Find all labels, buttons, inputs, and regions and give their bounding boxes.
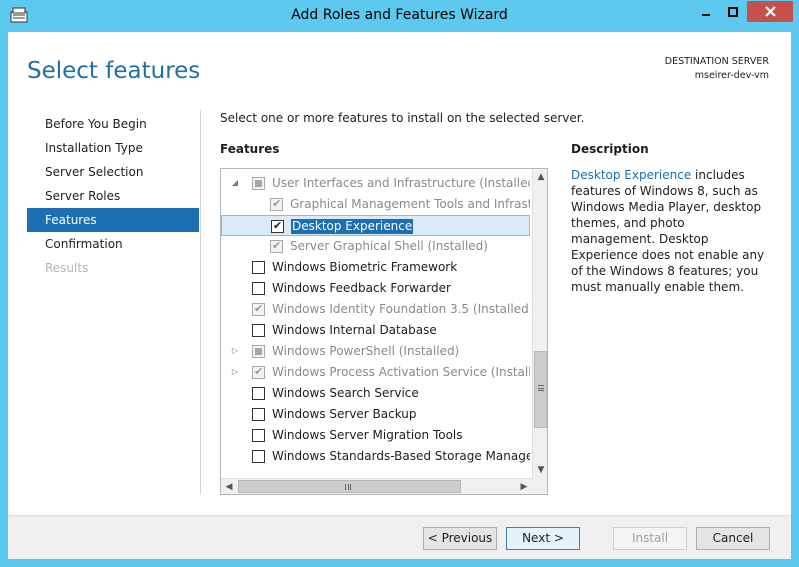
- feature-checkbox[interactable]: [252, 282, 265, 295]
- install-button[interactable]: Install: [613, 527, 687, 550]
- nav-item-server-selection[interactable]: Server Selection: [27, 160, 199, 184]
- close-button[interactable]: [747, 1, 793, 22]
- vertical-scrollbar[interactable]: ▲ ▼: [532, 169, 547, 478]
- feature-row[interactable]: ✔ Server Graphical Shell (Installed): [221, 236, 530, 257]
- feature-row[interactable]: Windows Server Backup: [221, 404, 530, 425]
- feature-checkbox[interactable]: [252, 324, 265, 337]
- nav-item-confirmation[interactable]: Confirmation: [27, 232, 199, 256]
- nav-item-features[interactable]: Features: [27, 208, 199, 232]
- destination-server-value: mseirer-dev-vm: [694, 70, 769, 81]
- horizontal-scrollbar[interactable]: ◀ ▶: [221, 478, 532, 494]
- feature-row[interactable]: ◢ User Interfaces and Infrastructure (Ins…: [221, 173, 530, 194]
- minimize-button[interactable]: [692, 1, 719, 22]
- checkmark-icon: ✔: [254, 302, 264, 315]
- feature-checkbox[interactable]: [252, 408, 265, 421]
- feature-label: Server Graphical Shell (Installed): [290, 239, 488, 253]
- next-button[interactable]: Next >: [506, 527, 580, 550]
- feature-label: Windows PowerShell (Installed): [272, 344, 460, 358]
- feature-row[interactable]: ✔ Windows Identity Foundation 3.5 (Instal…: [221, 299, 530, 320]
- scrollbar-corner: [532, 478, 547, 494]
- description-body: includes features of Windows 8, such as …: [571, 168, 765, 294]
- checkmark-icon: ✔: [272, 197, 282, 210]
- destination-server-label: DESTINATION SERVER: [664, 56, 769, 67]
- feature-row[interactable]: Windows Biometric Framework: [221, 257, 530, 278]
- title-bar: Add Roles and Features Wizard: [0, 0, 799, 32]
- feature-checkbox[interactable]: [252, 429, 265, 442]
- cancel-button[interactable]: Cancel: [696, 527, 770, 550]
- indeterminate-icon: [255, 180, 262, 187]
- features-heading: Features: [220, 142, 280, 156]
- expand-arrow-icon[interactable]: ▷: [230, 346, 240, 356]
- nav-item-server-roles[interactable]: Server Roles: [27, 184, 199, 208]
- feature-row[interactable]: Windows Standards-Based Storage Manageme…: [221, 446, 530, 467]
- feature-label: Desktop Experience: [291, 219, 414, 234]
- feature-row[interactable]: ✔ Desktop Experience: [221, 215, 530, 236]
- horizontal-scroll-thumb[interactable]: [238, 480, 461, 493]
- window-title: Add Roles and Features Wizard: [291, 7, 508, 23]
- feature-checkbox[interactable]: [252, 177, 265, 190]
- checkmark-icon: ✔: [272, 239, 282, 252]
- feature-label: Windows Feedback Forwarder: [272, 281, 451, 295]
- feature-label: Graphical Management Tools and Infrastru…: [290, 197, 530, 211]
- feature-row[interactable]: ✔ Graphical Management Tools and Infrastr…: [221, 194, 530, 215]
- nav-divider: [200, 110, 201, 494]
- instruction-text: Select one or more features to install o…: [220, 111, 585, 125]
- feature-checkbox[interactable]: [252, 345, 265, 358]
- feature-row[interactable]: Windows Search Service: [221, 383, 530, 404]
- feature-row[interactable]: Windows Server Migration Tools: [221, 425, 530, 446]
- scroll-down-icon[interactable]: ▼: [533, 462, 547, 478]
- feature-label: Windows Search Service: [272, 386, 419, 400]
- feature-row[interactable]: ▷ ✔ Windows Process Activation Service (In…: [221, 362, 530, 383]
- feature-label: Windows Identity Foundation 3.5 (Install…: [272, 302, 530, 316]
- wizard-nav: Before You Begin Installation Type Server …: [27, 112, 199, 280]
- feature-checkbox[interactable]: [252, 450, 265, 463]
- minimize-icon: [701, 13, 710, 16]
- feature-label: Windows Server Migration Tools: [272, 428, 463, 442]
- indeterminate-icon: [255, 348, 262, 355]
- features-list: ◢ User Interfaces and Infrastructure (Ins…: [221, 169, 530, 478]
- button-bar: < Previous Next > Install Cancel: [8, 515, 791, 559]
- feature-checkbox[interactable]: [252, 261, 265, 274]
- feature-checkbox[interactable]: ✔: [270, 197, 283, 211]
- wizard-client-area: Select features DESTINATION SERVER mseir…: [8, 32, 791, 559]
- grip-icon: [538, 385, 544, 391]
- previous-button[interactable]: < Previous: [423, 527, 497, 550]
- page-title: Select features: [27, 58, 201, 84]
- scroll-left-icon[interactable]: ◀: [221, 479, 237, 494]
- nav-item-installation-type[interactable]: Installation Type: [27, 136, 199, 160]
- feature-checkbox[interactable]: ✔: [252, 302, 265, 316]
- expand-arrow-icon[interactable]: ▷: [230, 367, 240, 377]
- feature-row[interactable]: Windows Feedback Forwarder: [221, 278, 530, 299]
- feature-checkbox[interactable]: [252, 387, 265, 400]
- nav-item-before-you-begin[interactable]: Before You Begin: [27, 112, 199, 136]
- feature-checkbox[interactable]: ✔: [271, 219, 284, 233]
- checkmark-icon: ✔: [254, 365, 264, 378]
- description-heading: Description: [571, 142, 649, 156]
- feature-checkbox[interactable]: ✔: [270, 239, 283, 253]
- description-text: Desktop Experience includes features of …: [571, 167, 771, 295]
- feature-checkbox[interactable]: ✔: [252, 365, 265, 379]
- nav-item-results: Results: [45, 261, 89, 275]
- feature-label: Windows Internal Database: [272, 323, 437, 337]
- scroll-up-icon[interactable]: ▲: [533, 169, 547, 185]
- feature-label: Windows Standards-Based Storage Manageme…: [272, 449, 530, 463]
- vertical-scroll-thumb[interactable]: [534, 351, 547, 428]
- maximize-icon: [728, 6, 738, 17]
- feature-row[interactable]: Windows Internal Database: [221, 320, 530, 341]
- features-tree[interactable]: ◢ User Interfaces and Infrastructure (Ins…: [220, 168, 548, 495]
- maximize-button[interactable]: [720, 1, 746, 22]
- scroll-right-icon[interactable]: ▶: [516, 479, 532, 494]
- grip-icon: [345, 484, 351, 490]
- close-icon: [764, 6, 776, 17]
- checkmark-icon: ✔: [273, 219, 283, 232]
- feature-label: Windows Server Backup: [272, 407, 417, 421]
- feature-row[interactable]: ▷ Windows PowerShell (Installed): [221, 341, 530, 362]
- feature-label: Windows Biometric Framework: [272, 260, 458, 274]
- collapse-arrow-icon[interactable]: ◢: [230, 178, 240, 188]
- feature-label: User Interfaces and Infrastructure (Inst…: [272, 176, 530, 190]
- feature-label: Windows Process Activation Service (Inst…: [272, 365, 530, 379]
- description-link[interactable]: Desktop Experience: [571, 168, 691, 182]
